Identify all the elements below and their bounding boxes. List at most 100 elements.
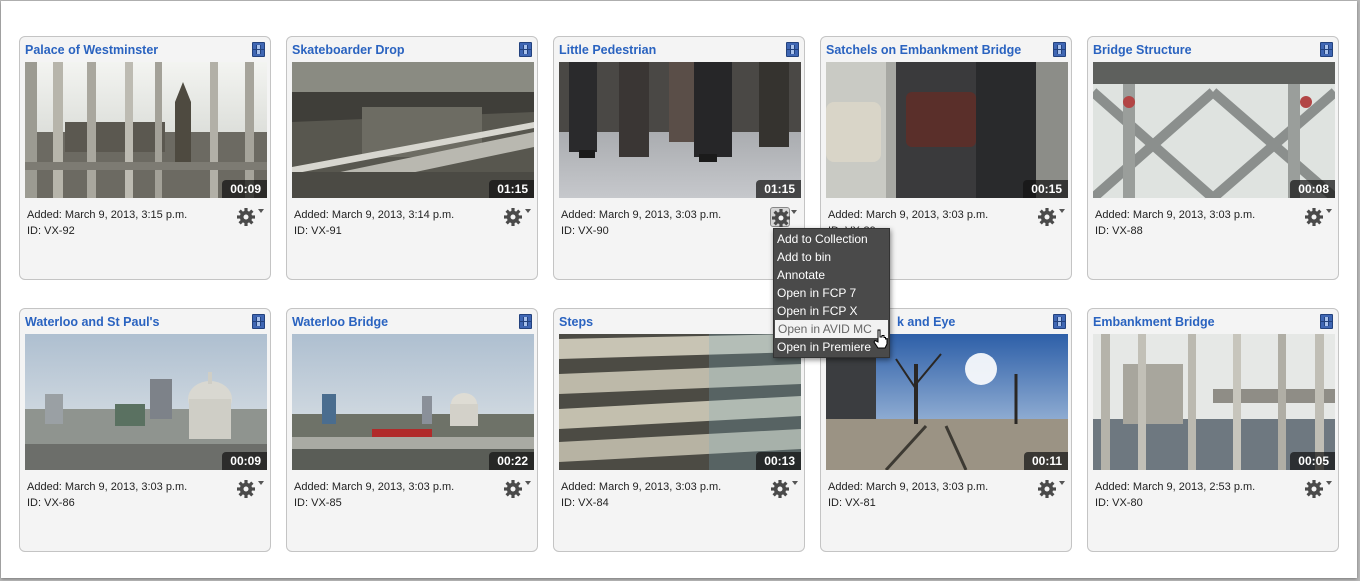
clip-id: ID: VX-88 <box>1095 225 1143 237</box>
film-icon[interactable] <box>519 314 532 329</box>
clip-title-link[interactable]: Little Pedestrian <box>559 43 778 57</box>
thumbnail-image <box>559 62 801 198</box>
film-icon[interactable] <box>252 314 265 329</box>
clip-metadata: Added: March 9, 2013, 3:15 p.m. ID: VX-9… <box>27 207 187 239</box>
clip-card-vx-80[interactable]: Embankment Bridge 00:05 Added: March 9, … <box>1087 308 1339 552</box>
duration-badge: 00:22 <box>489 452 534 470</box>
clip-id: ID: VX-81 <box>828 497 876 509</box>
clip-id: ID: VX-92 <box>27 225 75 237</box>
menu-item-open-fcpx[interactable]: Open in FCP X <box>774 302 889 320</box>
clip-card-vx-84[interactable]: Steps 00:13 Added: March 9, 2013, 3:03 p… <box>553 308 805 552</box>
added-date: Added: March 9, 2013, 3:15 p.m. <box>27 209 188 221</box>
gear-icon[interactable] <box>1037 207 1065 227</box>
clip-grid: Palace of Westminster 00:09 Added: March… <box>19 36 1339 552</box>
clip-thumbnail[interactable]: 00:09 <box>25 334 267 470</box>
clip-metadata: Added: March 9, 2013, 3:03 p.m. ID: VX-8… <box>27 479 187 511</box>
clip-title-link[interactable]: Bridge Structure <box>1093 43 1312 57</box>
thumbnail-image <box>292 62 534 198</box>
clip-title-link[interactable]: Palace of Westminster <box>25 43 244 57</box>
duration-badge: 01:15 <box>756 180 801 198</box>
gear-icon[interactable] <box>1304 479 1332 499</box>
film-icon[interactable] <box>1320 42 1333 57</box>
clip-thumbnail[interactable]: 00:05 <box>1093 334 1335 470</box>
clip-id: ID: VX-80 <box>1095 497 1143 509</box>
clip-title-link[interactable]: Embankment Bridge <box>1093 315 1312 329</box>
clip-title-link[interactable]: Skateboarder Drop <box>292 43 511 57</box>
clip-metadata: Added: March 9, 2013, 3:03 p.m. ID: VX-8… <box>1095 207 1255 239</box>
menu-item-annotate[interactable]: Annotate <box>774 266 889 284</box>
gear-icon[interactable] <box>503 207 531 227</box>
clip-thumbnail[interactable]: 00:09 <box>25 62 267 198</box>
added-date: Added: March 9, 2013, 3:14 p.m. <box>294 209 455 221</box>
clip-title-link[interactable]: k and Eye <box>897 315 1045 329</box>
app-window: Palace of Westminster 00:09 Added: March… <box>1 1 1357 578</box>
film-icon[interactable] <box>1320 314 1333 329</box>
gear-icon[interactable] <box>236 479 264 499</box>
clip-title-link[interactable]: Steps <box>559 315 778 329</box>
clip-metadata: Added: March 9, 2013, 3:03 p.m. ID: VX-9… <box>561 207 721 239</box>
thumbnail-image <box>25 334 267 470</box>
clip-id: ID: VX-91 <box>294 225 342 237</box>
clip-thumbnail[interactable]: 00:13 <box>559 334 801 470</box>
menu-item-open-avid-mc[interactable]: Open in AVID MC <box>775 320 888 338</box>
duration-badge: 00:05 <box>1290 452 1335 470</box>
clip-id: ID: VX-86 <box>27 497 75 509</box>
gear-icon[interactable] <box>770 207 797 227</box>
added-date: Added: March 9, 2013, 3:03 p.m. <box>828 209 989 221</box>
added-date: Added: March 9, 2013, 3:03 p.m. <box>294 481 455 493</box>
clip-thumbnail[interactable]: 00:08 <box>1093 62 1335 198</box>
clip-card-vx-91[interactable]: Skateboarder Drop 01:15 Added: March 9, … <box>286 36 538 280</box>
gear-icon[interactable] <box>770 479 798 499</box>
added-date: Added: March 9, 2013, 3:03 p.m. <box>828 481 989 493</box>
clip-card-vx-88[interactable]: Bridge Structure 00:08 Added: March 9, 2… <box>1087 36 1339 280</box>
gear-icon[interactable] <box>1304 207 1332 227</box>
thumbnail-image <box>1093 62 1335 198</box>
gear-icon[interactable] <box>236 207 264 227</box>
clip-metadata: Added: March 9, 2013, 3:03 p.m. ID: VX-8… <box>294 479 454 511</box>
added-date: Added: March 9, 2013, 3:03 p.m. <box>561 209 722 221</box>
clip-card-vx-90[interactable]: Little Pedestrian 01:15 Added: March 9, <box>553 36 805 280</box>
clip-card-vx-85[interactable]: Waterloo Bridge 00:22 Added: March 9, 20… <box>286 308 538 552</box>
clip-title-link[interactable]: Waterloo Bridge <box>292 315 511 329</box>
menu-item-add-to-bin[interactable]: Add to bin <box>774 248 889 266</box>
clip-metadata: Added: March 9, 2013, 2:53 p.m. ID: VX-8… <box>1095 479 1255 511</box>
clip-thumbnail[interactable]: 01:15 <box>559 62 801 198</box>
gear-icon[interactable] <box>503 479 531 499</box>
clip-thumbnail[interactable]: 00:22 <box>292 334 534 470</box>
clip-card-vx-86[interactable]: Waterloo and St Paul's 00:09 Added: Marc… <box>19 308 271 552</box>
menu-item-open-fcp7[interactable]: Open in FCP 7 <box>774 284 889 302</box>
film-icon[interactable] <box>519 42 532 57</box>
clip-metadata: Added: March 9, 2013, 3:14 p.m. ID: VX-9… <box>294 207 454 239</box>
clip-metadata: Added: March 9, 2013, 3:03 p.m. ID: VX-8… <box>828 479 988 511</box>
duration-badge: 00:09 <box>222 452 267 470</box>
thumbnail-image <box>559 334 801 470</box>
duration-badge: 01:15 <box>489 180 534 198</box>
film-icon[interactable] <box>786 42 799 57</box>
clip-card-vx-92[interactable]: Palace of Westminster 00:09 Added: March… <box>19 36 271 280</box>
duration-badge: 00:09 <box>222 180 267 198</box>
added-date: Added: March 9, 2013, 3:03 p.m. <box>27 481 188 493</box>
thumbnail-image <box>826 62 1068 198</box>
added-date: Added: March 9, 2013, 2:53 p.m. <box>1095 481 1256 493</box>
clip-title-link[interactable]: Waterloo and St Paul's <box>25 315 244 329</box>
gear-icon[interactable] <box>1037 479 1065 499</box>
duration-badge: 00:15 <box>1023 180 1068 198</box>
clip-thumbnail[interactable]: 01:15 <box>292 62 534 198</box>
film-icon[interactable] <box>1053 314 1066 329</box>
clip-thumbnail[interactable]: 00:15 <box>826 62 1068 198</box>
film-icon[interactable] <box>252 42 265 57</box>
thumbnail-image <box>1093 334 1335 470</box>
clip-title-link[interactable]: Satchels on Embankment Bridge <box>826 43 1045 57</box>
duration-badge: 00:08 <box>1290 180 1335 198</box>
added-date: Added: March 9, 2013, 3:03 p.m. <box>561 481 722 493</box>
clip-id: ID: VX-84 <box>561 497 609 509</box>
hand-cursor-icon <box>873 329 888 349</box>
clip-id: ID: VX-85 <box>294 497 342 509</box>
film-icon[interactable] <box>1053 42 1066 57</box>
duration-badge: 00:13 <box>756 452 801 470</box>
duration-badge: 00:11 <box>1023 452 1068 470</box>
clip-metadata: Added: March 9, 2013, 3:03 p.m. ID: VX-8… <box>561 479 721 511</box>
menu-item-add-to-collection[interactable]: Add to Collection <box>774 230 889 248</box>
menu-item-open-premiere[interactable]: Open in Premiere <box>774 338 889 356</box>
thumbnail-image <box>25 62 267 198</box>
